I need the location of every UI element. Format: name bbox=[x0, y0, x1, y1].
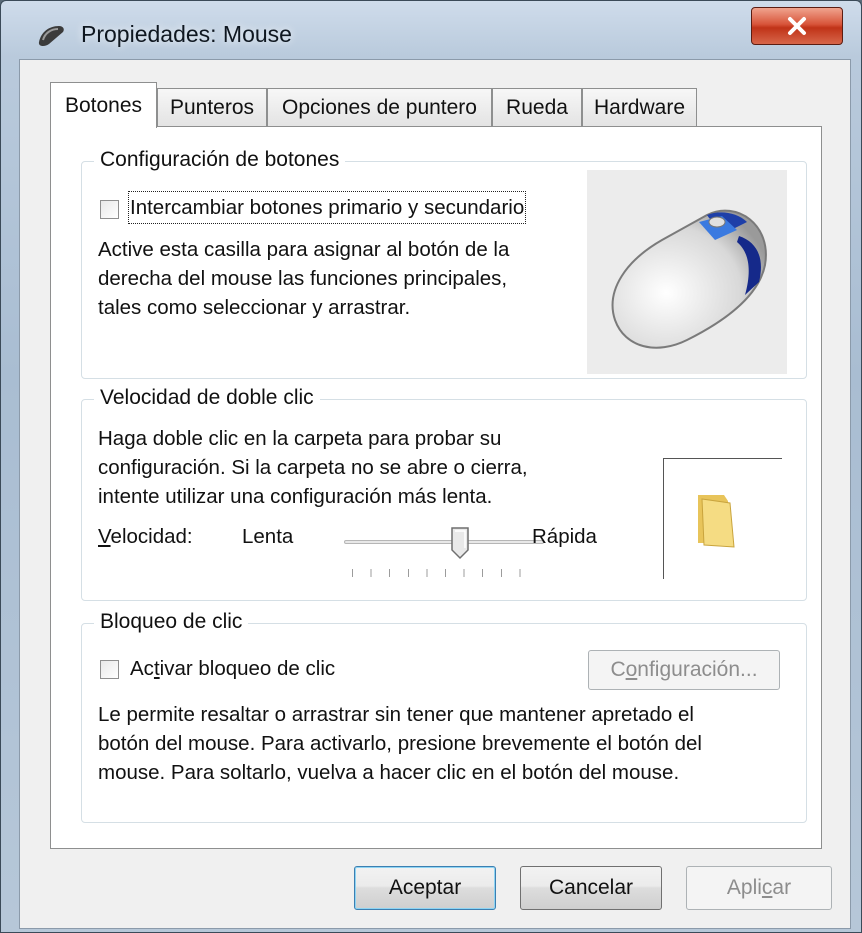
click-lock-label[interactable]: Activar bloqueo de clic bbox=[130, 654, 335, 683]
click-lock-legend: Bloqueo de clic bbox=[94, 610, 249, 634]
click-lock-description-line-3: mouse. Para soltarlo, vuelva a hacer cli… bbox=[98, 761, 680, 784]
test-folder-area[interactable] bbox=[663, 458, 782, 579]
tab-botones[interactable]: Botones bbox=[50, 82, 157, 128]
mouse-illustration-icon bbox=[611, 209, 767, 349]
tab-opciones-de-puntero[interactable]: Opciones de puntero bbox=[267, 88, 492, 127]
close-icon bbox=[788, 17, 806, 35]
click-lock-settings-button[interactable]: Co nfiguración... bbox=[588, 650, 780, 690]
double-click-description-line-3: intente utilizar una configuración más l… bbox=[98, 485, 493, 508]
double-click-description-line-2: configuración. Si la carpeta no se abre … bbox=[98, 456, 528, 479]
tab-rueda[interactable]: Rueda bbox=[492, 88, 582, 127]
swap-description-line-1: Active esta casilla para asignar al botó… bbox=[98, 238, 510, 261]
swap-buttons-checkbox[interactable] bbox=[100, 200, 119, 219]
double-click-speed-group: Velocidad de doble clic Haga doble clic … bbox=[81, 386, 807, 601]
speed-slider-ticks bbox=[352, 569, 538, 577]
tab-panel-botones: Configuración de botones Intercambiar bo… bbox=[50, 126, 822, 849]
speed-slider-thumb[interactable] bbox=[450, 526, 470, 560]
click-lock-checkbox[interactable] bbox=[100, 660, 119, 679]
window-title: Propiedades: Mouse bbox=[81, 21, 292, 47]
ok-button[interactable]: Aceptar bbox=[354, 866, 496, 910]
click-lock-description-line-1: Le permite resaltar o arrastrar sin tene… bbox=[98, 703, 694, 726]
folder-icon[interactable] bbox=[694, 489, 742, 549]
button-configuration-legend: Configuración de botones bbox=[94, 148, 346, 172]
click-lock-description-line-2: botón del mouse. Para activarlo, presion… bbox=[98, 732, 702, 755]
click-lock-group: Bloqueo de clic Activar bloqueo de clic … bbox=[81, 610, 807, 823]
swap-description-line-3: tales como seleccionar y arrastrar. bbox=[98, 296, 411, 319]
slow-label: Lenta bbox=[242, 525, 294, 548]
button-configuration-group: Configuración de botones Intercambiar bo… bbox=[81, 148, 807, 379]
double-click-description-line-1: Haga doble clic en la carpeta para proba… bbox=[98, 427, 502, 450]
swap-description-line-2: derecha del mouse las funciones principa… bbox=[98, 267, 508, 290]
speed-label: Velocidad: bbox=[98, 525, 193, 548]
swap-buttons-label[interactable]: Intercambiar botones primario y secundar… bbox=[127, 191, 527, 224]
speed-slider-track[interactable] bbox=[344, 540, 544, 544]
fast-label: Rápida bbox=[532, 525, 597, 548]
properties-window: Propiedades: Mouse Botones Punteros Opci… bbox=[0, 0, 862, 933]
title-bar[interactable]: Propiedades: Mouse bbox=[1, 1, 861, 59]
mouse-pointer-icon bbox=[38, 26, 64, 47]
mouse-preview bbox=[587, 170, 787, 374]
apply-button[interactable]: Apli c ar bbox=[686, 866, 832, 910]
double-click-speed-legend: Velocidad de doble clic bbox=[94, 386, 320, 410]
close-button[interactable] bbox=[751, 7, 843, 45]
tab-punteros[interactable]: Punteros bbox=[157, 88, 267, 127]
tab-hardware[interactable]: Hardware bbox=[582, 88, 697, 127]
cancel-button[interactable]: Cancelar bbox=[520, 866, 662, 910]
dialog-client-area: Botones Punteros Opciones de puntero Rue… bbox=[19, 59, 851, 929]
